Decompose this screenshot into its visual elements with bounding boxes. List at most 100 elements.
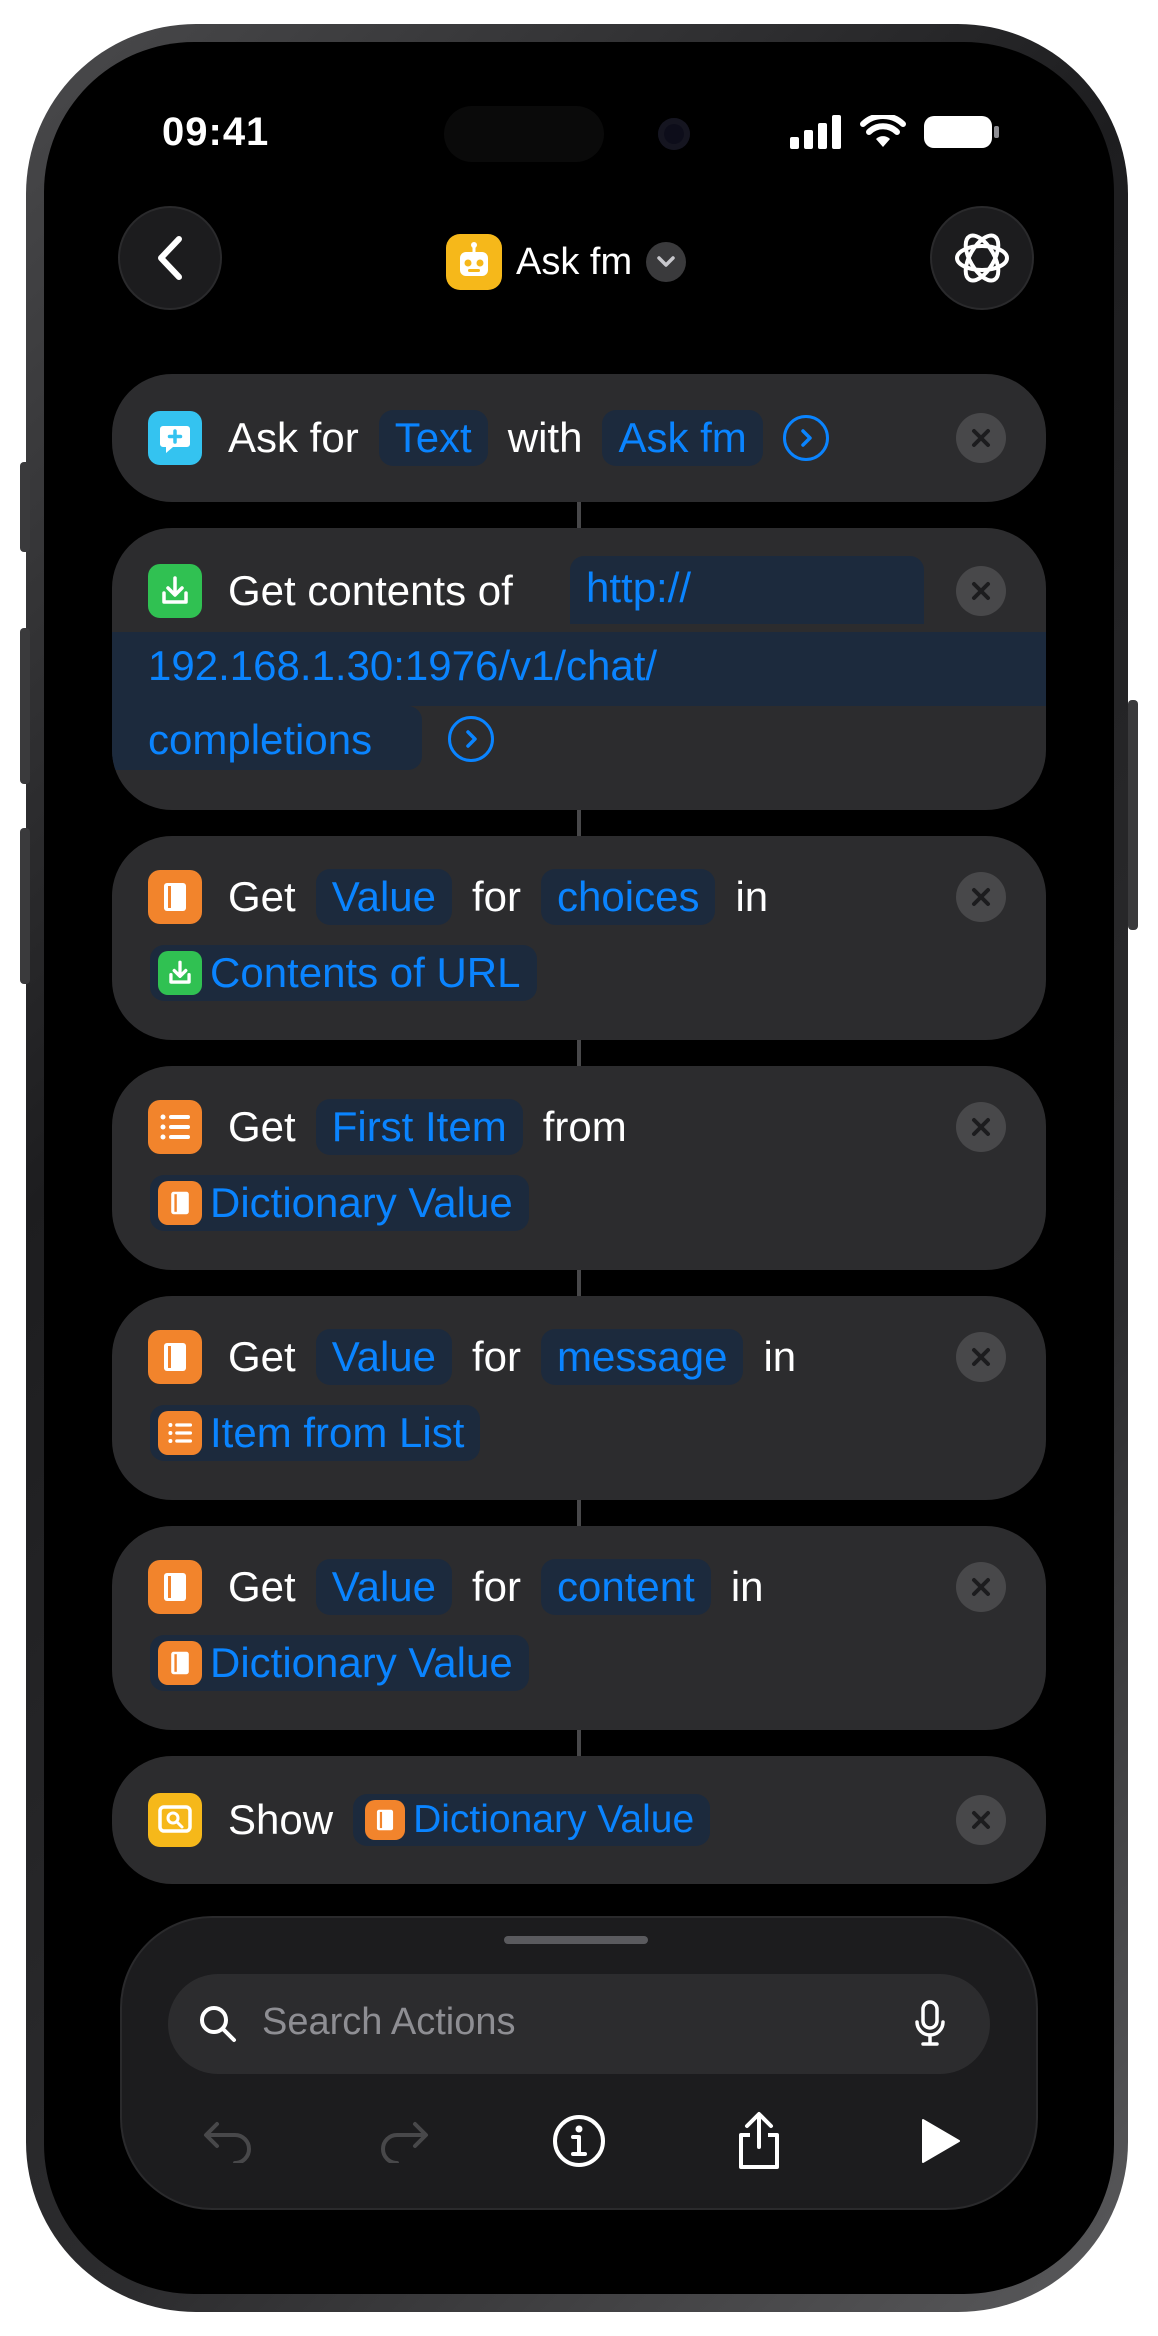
expand-chevron-icon[interactable] (782, 415, 829, 461)
in-label: in (730, 1563, 764, 1610)
key-token[interactable]: content (541, 1559, 711, 1615)
source-variable-label: Contents of URL (210, 949, 521, 996)
source-variable-label: Dictionary Value (413, 1798, 695, 1841)
key-type-token[interactable]: Value (315, 869, 453, 925)
camera-icon (658, 118, 690, 150)
remove-action-button[interactable] (956, 1562, 1006, 1612)
action-get-dictionary-value[interactable]: Get Value for message in Item from List (112, 1296, 1046, 1500)
close-icon (972, 1348, 990, 1366)
remove-action-button[interactable] (956, 1795, 1006, 1845)
prompt-token[interactable]: Ask fm (602, 410, 763, 466)
close-icon (972, 1578, 990, 1596)
key-type-token[interactable]: Value (315, 1329, 453, 1385)
remove-action-button[interactable] (956, 413, 1006, 463)
source-variable-token[interactable]: Contents of URL (150, 945, 537, 1001)
remove-action-button[interactable] (956, 1332, 1006, 1382)
joiner-label: for (472, 873, 522, 920)
action-ask-for[interactable]: Ask for Text with Ask fm (112, 374, 1046, 502)
action-search-sheet: Search Actions (122, 1918, 1036, 2208)
undo-button[interactable] (194, 2108, 260, 2174)
redo-icon (381, 2122, 428, 2163)
key-type-token[interactable]: Value (315, 1559, 453, 1615)
action-label: Get (228, 1333, 296, 1380)
book-icon (158, 1641, 202, 1685)
list-icon (148, 1100, 202, 1154)
source-variable-label: Dictionary Value (210, 1179, 513, 1226)
remove-action-button[interactable] (956, 566, 1006, 616)
key-token[interactable]: choices (541, 869, 716, 925)
action-label: Get (228, 873, 296, 920)
microphone-icon[interactable] (914, 2000, 946, 2048)
action-get-dictionary-value[interactable]: Get Value for content in Dictionary Valu… (112, 1526, 1046, 1730)
back-button[interactable] (120, 208, 220, 308)
sheet-grabber[interactable] (504, 1936, 648, 1944)
source-variable-token[interactable]: Dictionary Value (150, 1175, 529, 1231)
source-variable-token[interactable]: Item from List (150, 1405, 481, 1461)
volume-down-button (20, 828, 30, 984)
book-icon (148, 1330, 202, 1384)
url-token-line2[interactable]: 192.168.1.30:1976/v1/chat/ (148, 642, 657, 690)
action-label: Get contents of (228, 567, 513, 614)
undo-icon (204, 2122, 251, 2163)
source-variable-token[interactable]: Dictionary Value (353, 1794, 711, 1846)
search-input[interactable]: Search Actions (262, 2001, 515, 2044)
url-token-line1[interactable]: http:// (586, 564, 691, 612)
remove-action-button[interactable] (956, 1102, 1006, 1152)
search-icon (200, 2006, 236, 2042)
book-icon (148, 870, 202, 924)
source-variable-token[interactable]: Dictionary Value (150, 1635, 529, 1691)
book-icon (148, 1560, 202, 1614)
source-variable-label: Item from List (210, 1409, 465, 1456)
close-icon (972, 1811, 990, 1829)
source-variable-label: Dictionary Value (210, 1639, 513, 1686)
joiner-label: for (472, 1333, 522, 1380)
power-button (1128, 700, 1138, 930)
share-icon (739, 2112, 779, 2169)
share-button[interactable] (726, 2108, 792, 2174)
flow-connector (577, 808, 581, 838)
action-label: Get (228, 1103, 296, 1150)
ask-bubble-icon (148, 411, 202, 465)
in-label: in (763, 1333, 797, 1380)
book-icon (158, 1181, 202, 1225)
key-token[interactable]: message (541, 1329, 744, 1385)
status-time: 09:41 (162, 110, 270, 154)
redo-button[interactable] (372, 2108, 438, 2174)
close-icon (972, 429, 990, 447)
flow-connector (577, 1038, 581, 1068)
sparkle-flower-icon (955, 233, 1009, 283)
signal-icon (790, 115, 841, 149)
flow-connector (577, 1268, 581, 1298)
download-icon (148, 564, 202, 618)
dynamic-island (444, 106, 604, 162)
action-get-contents-of-url[interactable]: Get contents of http:// 192.168.1.30:197… (112, 528, 1046, 810)
action-get-item-from-list[interactable]: Get First Item from Dictionary Value (112, 1066, 1046, 1270)
search-actions-field[interactable]: Search Actions (168, 1974, 990, 2074)
in-label: in (735, 873, 769, 920)
wifi-icon (860, 115, 906, 147)
ai-settings-button[interactable] (932, 208, 1032, 308)
joiner-label: with (507, 414, 583, 461)
remove-action-button[interactable] (956, 872, 1006, 922)
book-icon (365, 1800, 406, 1840)
expand-chevron-icon[interactable] (448, 716, 494, 762)
joiner-label: for (472, 1563, 522, 1610)
info-icon (553, 2115, 605, 2167)
action-get-dictionary-value[interactable]: Get Value for choices in Contents of URL (112, 836, 1046, 1040)
run-shortcut-button[interactable] (906, 2108, 972, 2174)
download-icon (158, 951, 202, 995)
input-type-token[interactable]: Text (378, 410, 488, 466)
close-icon (972, 582, 990, 600)
battery-icon (924, 116, 999, 148)
shortcut-title-menu[interactable]: Ask fm (446, 230, 687, 294)
url-token-line3[interactable]: completions (148, 716, 372, 764)
info-button[interactable] (546, 2108, 612, 2174)
action-label: Get (228, 1563, 296, 1610)
volume-up-button (20, 628, 30, 784)
action-show-result[interactable]: Show Dictionary Value (112, 1756, 1046, 1884)
robot-icon (446, 234, 502, 290)
chevron-down-icon (646, 242, 687, 282)
item-token[interactable]: First Item (315, 1099, 523, 1155)
chevron-left-icon (158, 236, 182, 280)
status-icons (790, 114, 1000, 150)
